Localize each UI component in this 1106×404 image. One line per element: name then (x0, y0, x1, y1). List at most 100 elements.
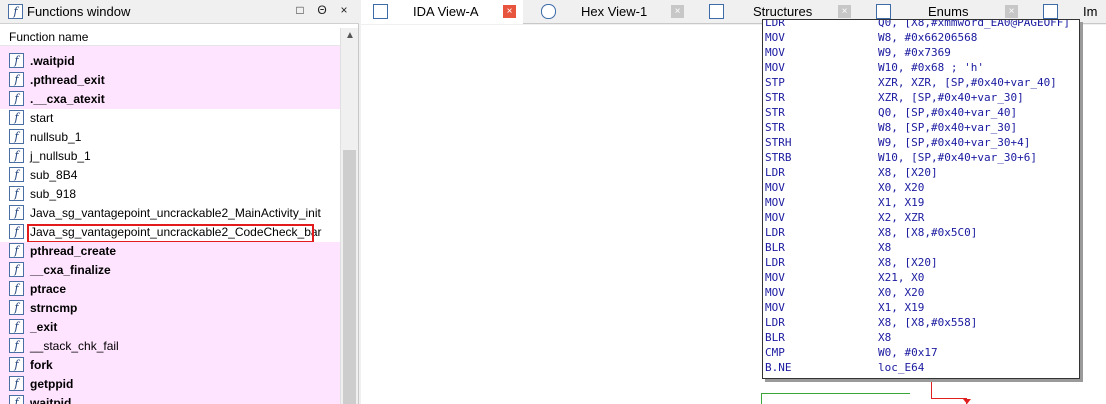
function-item[interactable]: f Java_sg_vantagepoint_uncrackable2_MainA… (0, 204, 340, 223)
close-tab-icon[interactable]: × (838, 5, 851, 18)
asm-operands: X1, X19 (878, 301, 925, 314)
asm-line[interactable]: STRB W10, [SP,#0x40+var_30+6] (765, 150, 1077, 165)
asm-mnemonic: MOV (765, 211, 785, 224)
asm-line[interactable]: STR XZR, [SP,#0x40+var_30] (765, 90, 1077, 105)
function-icon: f (9, 376, 24, 391)
function-item[interactable]: f pthread_create (0, 242, 340, 261)
asm-line[interactable]: MOV X0, X20 (765, 285, 1077, 300)
tab-ida-view-a[interactable]: IDA View-A × (361, 0, 523, 24)
asm-line[interactable]: MOV X1, X19 (765, 195, 1077, 210)
function-item[interactable]: f _exit (0, 318, 340, 337)
function-item[interactable]: f sub_8B4 (0, 166, 340, 185)
asm-line[interactable]: MOV W8, #0x66206568 (765, 30, 1077, 45)
asm-line[interactable]: MOV X21, X0 (765, 270, 1077, 285)
function-item[interactable]: f waitpid (0, 394, 340, 404)
function-item-selected[interactable]: f Java_sg_vantagepoint_uncrackable2_CodeC… (0, 223, 340, 243)
asm-line[interactable]: BLR X8 (765, 330, 1077, 345)
function-name: j_nullsub_1 (30, 149, 91, 163)
asm-line[interactable]: LDR X8, [X20] (765, 255, 1077, 270)
branch-edge-false (761, 393, 910, 404)
function-item[interactable]: f __stack_chk_fail (0, 337, 340, 356)
asm-operands: X1, X19 (878, 196, 925, 209)
function-item[interactable]: f .pthread_exit (0, 71, 340, 90)
function-item[interactable]: f ptrace (0, 280, 340, 299)
asm-line[interactable]: STP XZR, XZR, [SP,#0x40+var_40] (765, 75, 1077, 90)
asm-line[interactable]: STR Q0, [SP,#0x40+var_40] (765, 105, 1077, 120)
restore-window-button[interactable]: Θ (314, 3, 330, 17)
function-item[interactable]: f .waitpid (0, 52, 340, 71)
function-name: .__cxa_atexit (30, 92, 105, 106)
function-list: f .waitpid f .pthread_exit f .__cxa_atexit f st… (0, 46, 340, 404)
imports-icon (1043, 4, 1058, 19)
function-item[interactable]: f getppid (0, 375, 340, 394)
asm-line[interactable]: MOV X0, X20 (765, 180, 1077, 195)
asm-mnemonic: MOV (765, 181, 785, 194)
tab-label: IDA View-A (413, 4, 479, 19)
asm-line[interactable]: MOV X2, XZR (765, 210, 1077, 225)
hex-view-icon (541, 4, 556, 19)
asm-line[interactable]: CMP W0, #0x17 (765, 345, 1077, 360)
asm-line[interactable]: MOV X1, X19 (765, 300, 1077, 315)
function-item[interactable]: f j_nullsub_1 (0, 147, 340, 166)
function-item[interactable]: f strncmp (0, 299, 340, 318)
tab-hex-view-1[interactable]: Hex View-1 × (529, 0, 689, 24)
asm-operands: X8, [X8,#0x558] (878, 316, 978, 329)
asm-mnemonic: MOV (765, 196, 785, 209)
tab-label: Enums (928, 4, 969, 19)
close-tab-icon[interactable]: × (671, 5, 684, 18)
tab-label: Hex View-1 (581, 4, 648, 19)
scroll-up-icon[interactable]: ▲ (345, 30, 355, 41)
asm-line[interactable]: LDR Q0, [X8,#xmmword_EA0@PAGEOFF] (765, 20, 1077, 30)
asm-line[interactable]: B.NE loc_E64 (765, 360, 1077, 375)
asm-mnemonic: MOV (765, 271, 785, 284)
asm-line[interactable]: STR W8, [SP,#0x40+var_30] (765, 120, 1077, 135)
function-icon: f (9, 91, 24, 106)
close-tab-icon[interactable]: × (503, 5, 516, 18)
function-icon: f (9, 110, 24, 125)
ida-view-icon (373, 4, 388, 19)
asm-mnemonic: MOV (765, 286, 785, 299)
function-item[interactable]: f __cxa_finalize (0, 261, 340, 280)
column-header-function-name[interactable]: Function name (0, 28, 340, 46)
asm-mnemonic: B.NE (765, 361, 792, 374)
asm-line[interactable]: LDR X8, [X8,#0x5C0] (765, 225, 1077, 240)
basic-block[interactable]: LDR Q0, [X8,#xmmword_EA0@PAGEOFF] MOV W8, #… (762, 19, 1080, 379)
function-name: sub_918 (30, 187, 77, 201)
function-item[interactable]: f fork (0, 356, 340, 375)
asm-operands: X0, X20 (878, 286, 925, 299)
column-header-label: Function name (9, 30, 89, 44)
asm-mnemonic: MOV (765, 301, 785, 314)
asm-mnemonic: LDR (765, 316, 785, 329)
highlight-box (27, 224, 314, 243)
function-icon: f (9, 262, 24, 277)
scrollbar-thumb[interactable] (343, 150, 356, 404)
asm-line[interactable]: BLR X8 (765, 240, 1077, 255)
function-icon: f (9, 72, 24, 87)
tab-label: Im (1083, 4, 1098, 19)
function-icon: f (9, 224, 24, 239)
function-name: waitpid (30, 396, 72, 404)
ida-view-graph[interactable]: LDR Q0, [X8,#xmmword_EA0@PAGEOFF] MOV W8, #… (361, 19, 1106, 404)
asm-operands: W8, #0x66206568 (878, 31, 978, 44)
close-tab-icon[interactable]: × (1005, 5, 1018, 18)
asm-line[interactable]: LDR X8, [X8,#0x558] (765, 315, 1077, 330)
function-item[interactable]: f .__cxa_atexit (0, 90, 340, 109)
function-item[interactable]: f start (0, 109, 340, 128)
function-item[interactable]: f sub_918 (0, 185, 340, 204)
asm-line[interactable]: STRH W9, [SP,#0x40+var_30+4] (765, 135, 1077, 150)
asm-line[interactable]: MOV W9, #0x7369 (765, 45, 1077, 60)
float-window-button[interactable]: □ (292, 3, 308, 17)
close-window-button[interactable]: × (336, 3, 352, 17)
function-icon: f (9, 205, 24, 220)
function-name: pthread_create (30, 244, 117, 258)
function-name: .waitpid (30, 54, 75, 68)
asm-operands: loc_E64 (878, 361, 925, 374)
asm-operands: X8 (878, 241, 892, 254)
asm-line[interactable]: MOV W10, #0x68 ; 'h' (765, 60, 1077, 75)
asm-operands: X21, X0 (878, 271, 925, 284)
asm-line[interactable]: LDR X8, [X20] (765, 165, 1077, 180)
asm-operands: X8, [X20] (878, 256, 938, 269)
asm-mnemonic: MOV (765, 61, 785, 74)
function-item[interactable]: f nullsub_1 (0, 128, 340, 147)
function-list-scrollbar[interactable]: ▲ (340, 28, 358, 404)
